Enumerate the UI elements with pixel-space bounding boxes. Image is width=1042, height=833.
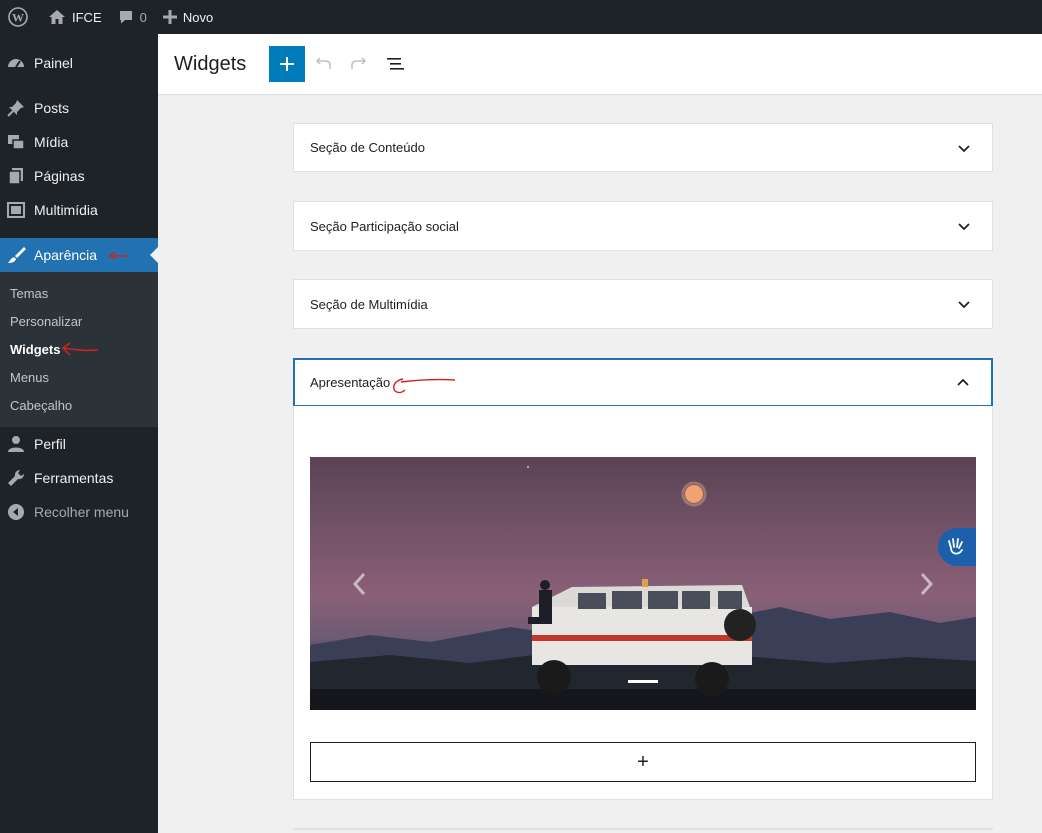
slide-image [310,466,976,710]
image-slider[interactable] [310,457,976,710]
sidebar-item-label: Páginas [34,168,85,184]
svg-text:W: W [12,11,24,25]
annotation-underline-icon [393,378,456,394]
slider-indicator[interactable] [628,680,658,683]
sidebar-item-label: Ferramentas [34,470,114,486]
undo-icon [315,57,331,69]
submenu-item-widgets[interactable]: Widgets [10,342,60,357]
sidebar-item-midia[interactable]: Mídia [0,125,158,159]
redo-button[interactable] [347,52,371,76]
plus-icon [280,57,294,71]
wordpress-logo-button[interactable]: W [0,0,36,34]
wordpress-icon: W [8,7,28,27]
gallery-icon [6,200,26,220]
sidebar-item-paginas[interactable]: Páginas [0,159,158,193]
site-name-link[interactable]: IFCE [40,0,110,34]
media-icon [6,132,26,152]
widget-area-participacao-social[interactable]: Seção Participação social [293,201,993,251]
admin-bar: W IFCE 0 Novo [0,0,1042,34]
add-block-button[interactable]: + [310,742,976,782]
sidebar-item-label: Aparência [34,247,98,263]
widget-area-label: Seção Participação social [310,218,459,234]
pin-icon [6,98,26,118]
comments-count: 0 [139,9,147,25]
new-content-button[interactable]: Novo [155,0,221,34]
submenu-item-personalizar[interactable]: Personalizar [10,314,82,329]
widget-area-multimidia[interactable]: Seção de Multimídia [293,279,993,329]
widget-area-apresentacao[interactable]: Apresentação [293,358,993,407]
submenu-item-menus[interactable]: Menus [10,370,49,385]
add-block-toggle-button[interactable] [269,46,305,82]
widget-area-label: Seção de Multimídia [310,296,428,312]
admin-sidebar: Painel Posts Mídia Páginas Multimídia Ap… [0,34,158,833]
slider-prev-button[interactable] [350,570,370,598]
sidebar-item-multimidia[interactable]: Multimídia [0,193,158,227]
accessibility-widget-button[interactable] [938,528,976,566]
divider [293,828,993,830]
submenu-item-temas[interactable]: Temas [10,286,48,301]
comment-icon [119,11,132,24]
list-view-button[interactable] [383,52,407,76]
sidebar-item-label: Perfil [34,436,66,452]
undo-button[interactable] [311,52,335,76]
sidebar-item-perfil[interactable]: Perfil [0,427,158,461]
sidebar-item-painel[interactable]: Painel [0,46,158,80]
add-block-label: + [637,750,649,773]
widget-area-label: Seção de Conteúdo [310,140,425,155]
annotation-arrow-icon [108,251,129,260]
comments-link[interactable]: 0 [110,0,155,34]
widget-area-label: Apresentação [310,375,391,390]
annotation-arrow-icon [61,342,99,356]
widget-area-conteudo[interactable]: Seção de Conteúdo [293,123,993,172]
slider-next-button[interactable] [916,570,936,598]
sidebar-item-posts[interactable]: Posts [0,91,158,125]
chevron-down-icon[interactable] [956,140,972,156]
collapse-icon [6,502,26,522]
sidebar-item-label: Painel [34,55,73,71]
user-icon [6,434,26,454]
editor-header: Widgets [158,34,1042,95]
sidebar-item-label: Posts [34,100,70,116]
sidebar-item-label: Multimídia [34,202,98,218]
home-icon [49,10,65,24]
dashboard-icon [6,53,26,73]
sidebar-item-ferramentas[interactable]: Ferramentas [0,461,158,495]
wrench-icon [6,468,26,488]
submenu-item-cabecalho[interactable]: Cabeçalho [10,398,72,413]
plus-icon [162,10,177,24]
redo-icon [351,57,367,69]
collapse-menu-button[interactable]: Recolher menu [0,495,158,529]
site-name: IFCE [72,9,102,25]
chevron-up-icon[interactable] [955,375,971,391]
new-label: Novo [182,9,214,25]
pages-icon [6,166,26,186]
widget-area-content: + [293,406,993,800]
sidebar-item-label: Recolher menu [34,504,129,520]
sidebar-item-aparencia[interactable]: Aparência [0,238,158,272]
sidebar-item-label: Mídia [34,134,69,150]
appearance-submenu: Temas Personalizar Widgets Menus Cabeçal… [0,272,158,427]
page-title: Widgets [174,53,247,75]
list-view-icon [387,58,404,70]
chevron-down-icon[interactable] [956,218,972,234]
sign-language-icon [948,538,963,555]
chevron-down-icon[interactable] [956,296,972,312]
brush-icon [6,245,26,265]
